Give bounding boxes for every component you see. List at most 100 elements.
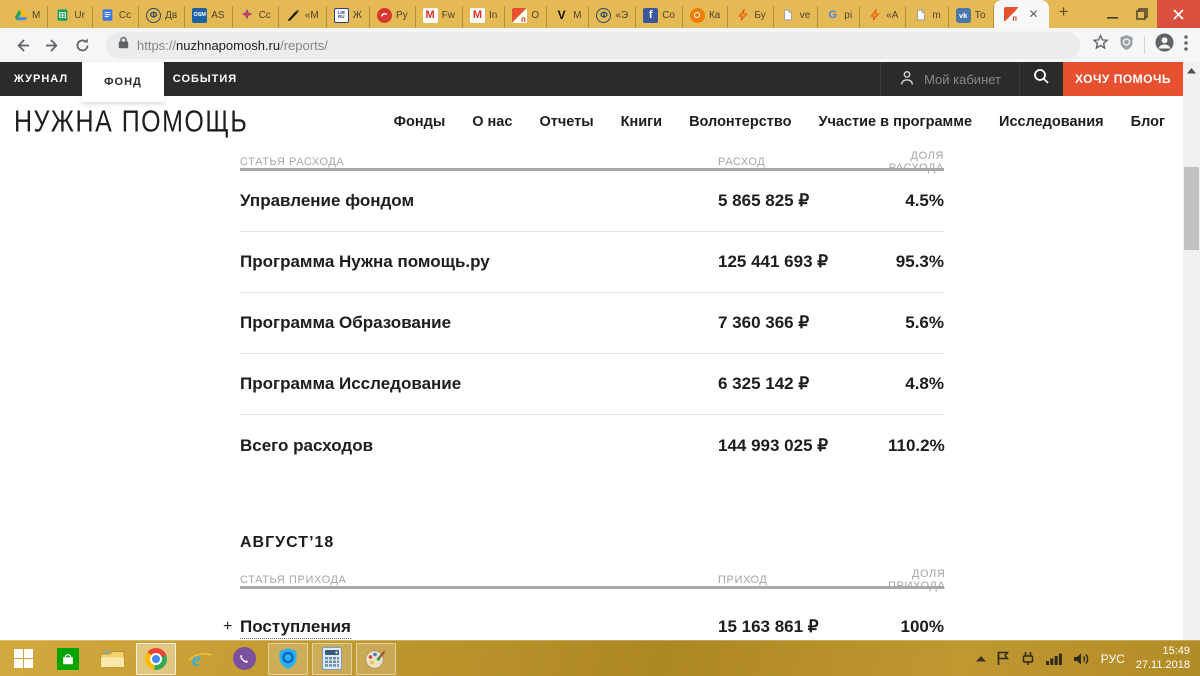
site-tab-события[interactable]: СОБЫТИЯ (164, 62, 246, 96)
tab-title: Ка (709, 10, 720, 21)
tab-title: ve (800, 10, 811, 21)
account-label: Мой кабинет (924, 72, 1001, 87)
tab-title: Cс (119, 10, 131, 21)
language-indicator[interactable]: РУС (1101, 652, 1125, 666)
browser-tab-8[interactable]: Ру (370, 6, 416, 28)
calculator-icon[interactable] (312, 643, 352, 675)
browser-tab-9[interactable]: MFw (416, 6, 463, 28)
extension-shield-icon[interactable] (1119, 34, 1134, 56)
browser-tab-21[interactable]: vkТо (949, 6, 994, 28)
profile-avatar-icon[interactable] (1155, 33, 1174, 57)
browser-tab-17[interactable]: ve (774, 6, 819, 28)
browser-tab-1[interactable]: Ur (48, 6, 93, 28)
browser-tab-13[interactable]: Ф«Э (589, 6, 636, 28)
file-explorer-icon[interactable] (92, 643, 132, 675)
network-signal-icon[interactable] (1046, 652, 1062, 665)
tab-title: О (531, 10, 539, 21)
col-expense-item: СТАТЬЯ РАСХОДА (240, 156, 718, 168)
power-plug-icon[interactable] (1021, 651, 1035, 666)
col-expense-amount: РАСХОД (718, 156, 888, 168)
browser-tab-20[interactable]: m (906, 6, 948, 28)
site-tab-фонд[interactable]: ФОНД (82, 62, 164, 102)
internet-explorer-icon[interactable]: e (180, 643, 220, 675)
nav-item[interactable]: Исследования (999, 114, 1104, 130)
nav-item[interactable]: Волонтерство (689, 114, 791, 130)
browser-tab-7[interactable]: LIB RUЖ (327, 6, 370, 28)
donate-cta-button[interactable]: ХОЧУ ПОМОЧЬ (1063, 62, 1183, 96)
account-button[interactable]: Мой кабинет (880, 62, 1019, 96)
nav-item[interactable]: Участие в программе (818, 114, 972, 130)
tab-title: M (573, 10, 581, 21)
col-expense-share: ДОЛЯ РАСХОДА (888, 150, 944, 174)
scrollbar-thumb[interactable] (1184, 167, 1199, 250)
browser-tab-15[interactable]: Ка (683, 6, 728, 28)
browser-tab-0[interactable]: M (6, 6, 48, 28)
page-scrollbar[interactable] (1183, 62, 1200, 640)
browser-tab-11[interactable]: пО (505, 6, 547, 28)
browser-tab-16[interactable]: Бу (728, 6, 773, 28)
browser-tab-12[interactable]: VM (547, 6, 589, 28)
clock[interactable]: 15:49 27.11.2018 (1136, 645, 1190, 673)
windows-store-icon[interactable] (48, 643, 88, 675)
action-center-flag-icon[interactable] (997, 651, 1010, 666)
site-tab-журнал[interactable]: ЖУРНАЛ (0, 62, 82, 96)
tray-date: 27.11.2018 (1136, 659, 1190, 671)
restore-button[interactable] (1127, 0, 1157, 28)
active-tab[interactable]: п✕ (994, 0, 1049, 28)
tab-title: То (975, 10, 986, 21)
nav-item[interactable]: Блог (1131, 114, 1165, 130)
google-favicon: G (825, 8, 840, 23)
windows-taskbar: e РУС 15:49 27.11.2018 (0, 640, 1200, 676)
browser-menu-icon[interactable] (1184, 35, 1188, 56)
forward-icon[interactable] (40, 33, 64, 57)
browser-tab-18[interactable]: Gpi (818, 6, 860, 28)
scroll-up-arrow[interactable] (1183, 65, 1200, 77)
browser-tab-bar: MUrCсФДвOSMASCс«МLIB RUЖРуMFwMInпОVMФ«Эf… (0, 0, 1200, 28)
expense-row: Всего расходов144 993 025 ₽110.2% (240, 415, 944, 476)
browser-tab-6[interactable]: «М (279, 6, 327, 28)
bookmark-star-icon[interactable] (1092, 34, 1109, 56)
tab-title: Бу (754, 10, 765, 21)
address-bar[interactable]: https://nuzhnapomosh.ru/reports/ (106, 32, 1080, 59)
site-logo[interactable]: НУЖНА ПОМОЩЬ (14, 104, 248, 139)
col-income-share: ДОЛЯ ПРИХОДА (888, 568, 945, 592)
chrome-ball (145, 648, 167, 670)
expense-table-header: СТАТЬЯ РАСХОДА РАСХОД ДОЛЯ РАСХОДА (240, 150, 944, 168)
nav-item[interactable]: Книги (621, 114, 662, 130)
tab-title: «М (305, 10, 319, 21)
docs-favicon (100, 8, 115, 23)
tab-close-icon[interactable]: ✕ (1029, 8, 1039, 20)
close-button[interactable] (1157, 0, 1200, 28)
viber-icon[interactable] (224, 643, 264, 675)
browser-tab-2[interactable]: Cс (93, 6, 139, 28)
income-rows: +Поступления15 163 861 ₽100% (240, 589, 944, 637)
expand-plus-icon[interactable]: + (223, 618, 232, 636)
nav-item[interactable]: О нас (472, 114, 512, 130)
nav-item[interactable]: Фонды (394, 114, 446, 130)
browser-tab-14[interactable]: fCо (636, 6, 683, 28)
start-button[interactable] (0, 641, 46, 676)
income-link[interactable]: Поступления (240, 617, 351, 639)
browser-tab-19[interactable]: «А (860, 6, 906, 28)
hotspot-shield-icon[interactable] (268, 643, 308, 675)
paint-icon[interactable] (356, 643, 396, 675)
tray-expand-icon[interactable] (976, 656, 986, 662)
browser-tab-5[interactable]: Cс (233, 6, 279, 28)
browser-tab-3[interactable]: ФДв (139, 6, 185, 28)
minimize-button[interactable] (1097, 0, 1127, 28)
volume-icon[interactable] (1073, 652, 1090, 666)
chrome-icon[interactable] (136, 643, 176, 675)
back-icon[interactable] (10, 33, 34, 57)
reload-icon[interactable] (70, 33, 94, 57)
income-amount: 15 163 861 ₽ (718, 617, 888, 637)
site-search-button[interactable] (1019, 62, 1063, 96)
webpage: ЖУРНАЛФОНДСОБЫТИЯ Мой кабинет ХОЧУ ПОМОЧ… (0, 62, 1183, 640)
browser-tab-4[interactable]: OSMAS (185, 6, 232, 28)
nav-item[interactable]: Отчеты (539, 114, 593, 130)
sheets-favicon (55, 8, 70, 23)
expense-name: Управление фондом (240, 191, 718, 211)
padlock-icon (118, 36, 129, 54)
browser-tab-10[interactable]: MIn (463, 6, 505, 28)
new-tab-button[interactable]: + (1049, 2, 1081, 26)
august-section: АВГУСТ’18 СТАТЬЯ ПРИХОДА ПРИХОД ДОЛЯ ПРИ… (240, 534, 944, 637)
